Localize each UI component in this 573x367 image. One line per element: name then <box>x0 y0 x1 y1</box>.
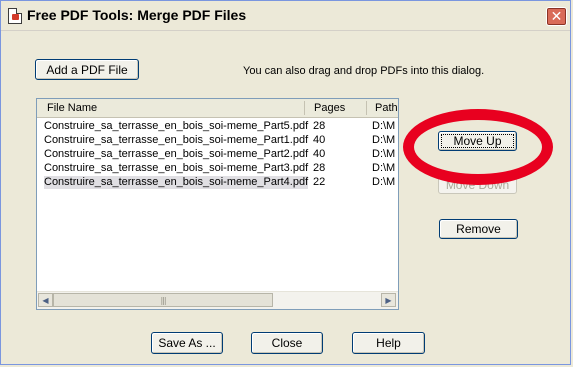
horizontal-scrollbar[interactable]: ◀ ||| ▶ <box>37 291 398 309</box>
column-file-name[interactable]: File Name <box>47 102 97 114</box>
pages-cell: 28 <box>313 120 326 132</box>
close-window-button[interactable]: ✕ <box>546 7 567 26</box>
list-header: File Name Pages Path <box>37 99 398 118</box>
path-cell: D:\M <box>372 176 396 188</box>
path-cell: D:\M <box>372 162 396 174</box>
file-name-cell: Construire_sa_terrasse_en_bois_soi-meme_… <box>44 134 309 146</box>
move-down-button[interactable]: Move Down <box>438 175 517 194</box>
pages-cell: 40 <box>313 134 326 146</box>
remove-button[interactable]: Remove <box>439 219 518 239</box>
save-as-button[interactable]: Save As ... <box>151 332 223 354</box>
column-separator[interactable] <box>304 101 305 115</box>
help-button[interactable]: Help <box>352 332 425 354</box>
file-name-cell: Construire_sa_terrasse_en_bois_soi-meme_… <box>44 162 309 174</box>
pages-cell: 22 <box>313 176 326 188</box>
column-pages[interactable]: Pages <box>314 102 345 114</box>
title-bar: Free PDF Tools: Merge PDF Files ✕ <box>1 1 570 31</box>
file-name-cell: Construire_sa_terrasse_en_bois_soi-meme_… <box>44 148 309 160</box>
pdf-file-list[interactable]: File Name Pages Path Construire_sa_terra… <box>36 98 399 310</box>
window-title: Free PDF Tools: Merge PDF Files <box>27 7 247 23</box>
scroll-right-icon[interactable]: ▶ <box>381 293 396 307</box>
pages-cell: 40 <box>313 148 326 160</box>
move-up-button[interactable]: Move Up <box>438 131 517 151</box>
path-cell: D:\M <box>372 120 396 132</box>
close-button[interactable]: Close <box>251 332 323 354</box>
pdf-tools-icon <box>8 8 22 24</box>
add-pdf-file-button[interactable]: Add a PDF File <box>35 59 139 80</box>
column-path[interactable]: Path <box>375 102 398 114</box>
path-cell: D:\M <box>372 134 396 146</box>
file-name-cell: Construire_sa_terrasse_en_bois_soi-meme_… <box>44 176 309 189</box>
pages-cell: 28 <box>313 162 326 174</box>
column-separator[interactable] <box>366 101 367 115</box>
drag-drop-hint: You can also drag and drop PDFs into thi… <box>243 65 485 77</box>
merge-pdf-dialog: Free PDF Tools: Merge PDF Files ✕ Add a … <box>0 0 571 365</box>
scroll-left-icon[interactable]: ◀ <box>38 293 53 307</box>
path-cell: D:\M <box>372 148 396 160</box>
file-name-cell: Construire_sa_terrasse_en_bois_soi-meme_… <box>44 120 309 132</box>
scroll-thumb[interactable]: ||| <box>53 293 273 307</box>
